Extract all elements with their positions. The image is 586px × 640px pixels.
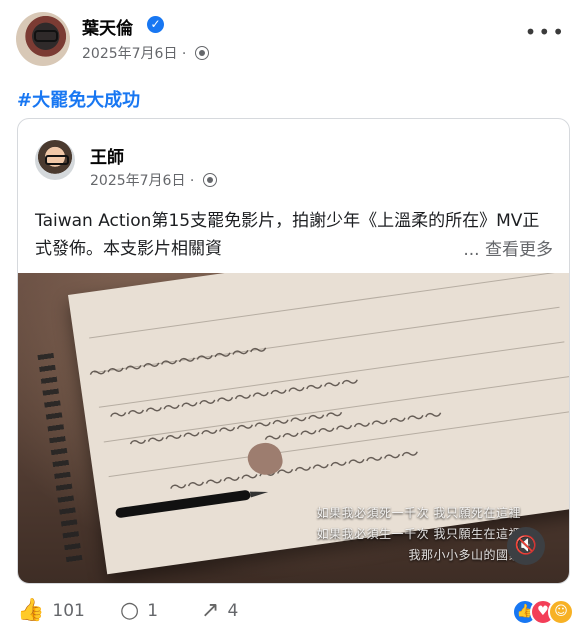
more-options-icon[interactable]: •••	[525, 20, 566, 44]
globe-icon[interactable]	[202, 173, 217, 187]
see-more-link[interactable]: ... 查看更多	[455, 235, 553, 260]
share-icon: ↗	[201, 598, 220, 623]
shared-post-date[interactable]: 2025年7月6日	[90, 173, 185, 189]
mute-icon[interactable]: 🔇	[507, 527, 545, 565]
avatar-glasses	[34, 30, 58, 42]
post-header: 葉天倫 ✓ 2025年7月6日 · •••	[16, 10, 570, 70]
shared-author-avatar[interactable]	[35, 140, 75, 180]
share-count: 4	[227, 600, 239, 621]
video-player[interactable]: ～～～～～～～～～～ ～～～～～～～～～～～～～～ ～～～～～～～～～～～～ ～…	[18, 273, 569, 583]
care-reaction-icon: ☺	[548, 599, 574, 625]
like-action[interactable]: 👍 101	[17, 598, 85, 623]
verified-badge-icon: ✓	[147, 16, 164, 33]
reaction-summary[interactable]: 👍 ♥ ☺	[512, 598, 574, 625]
post-actions: 👍 101 ○ 1 ↗ 4 👍 ♥ ☺	[17, 598, 574, 626]
author-name[interactable]: 葉天倫	[82, 14, 133, 39]
avatar-glasses	[45, 155, 69, 165]
post-meta: 2025年7月6日 ·	[82, 43, 209, 63]
see-more-label: 查看更多	[485, 240, 553, 260]
ellipsis: ...	[463, 240, 480, 260]
video-subtitle: 我那小小多山的國家	[408, 548, 521, 562]
globe-icon[interactable]	[194, 46, 209, 60]
comment-icon: ○	[120, 598, 140, 623]
author-avatar[interactable]	[16, 12, 70, 66]
hashtag-link[interactable]: #大罷免大成功	[17, 86, 140, 112]
post-date[interactable]: 2025年7月6日	[82, 46, 177, 62]
like-icon: 👍	[17, 598, 45, 623]
shared-post-card[interactable]: 王師 2025年7月6日 · Taiwan Action第15支罷免影片，拍謝少…	[17, 118, 570, 584]
shared-author-name[interactable]: 王師	[90, 143, 124, 168]
comment-action[interactable]: ○ 1	[120, 598, 158, 623]
shared-post-meta: 2025年7月6日 ·	[90, 170, 217, 190]
comment-count: 1	[147, 600, 159, 621]
like-count: 101	[52, 600, 85, 621]
video-subtitle: 如果我必須死一千次 我只願死在這裡	[316, 506, 521, 520]
share-action[interactable]: ↗ 4	[201, 598, 238, 623]
notebook-line	[89, 273, 555, 339]
video-subtitle: 如果我必須生一千次 我只願生在這裡	[316, 527, 521, 541]
